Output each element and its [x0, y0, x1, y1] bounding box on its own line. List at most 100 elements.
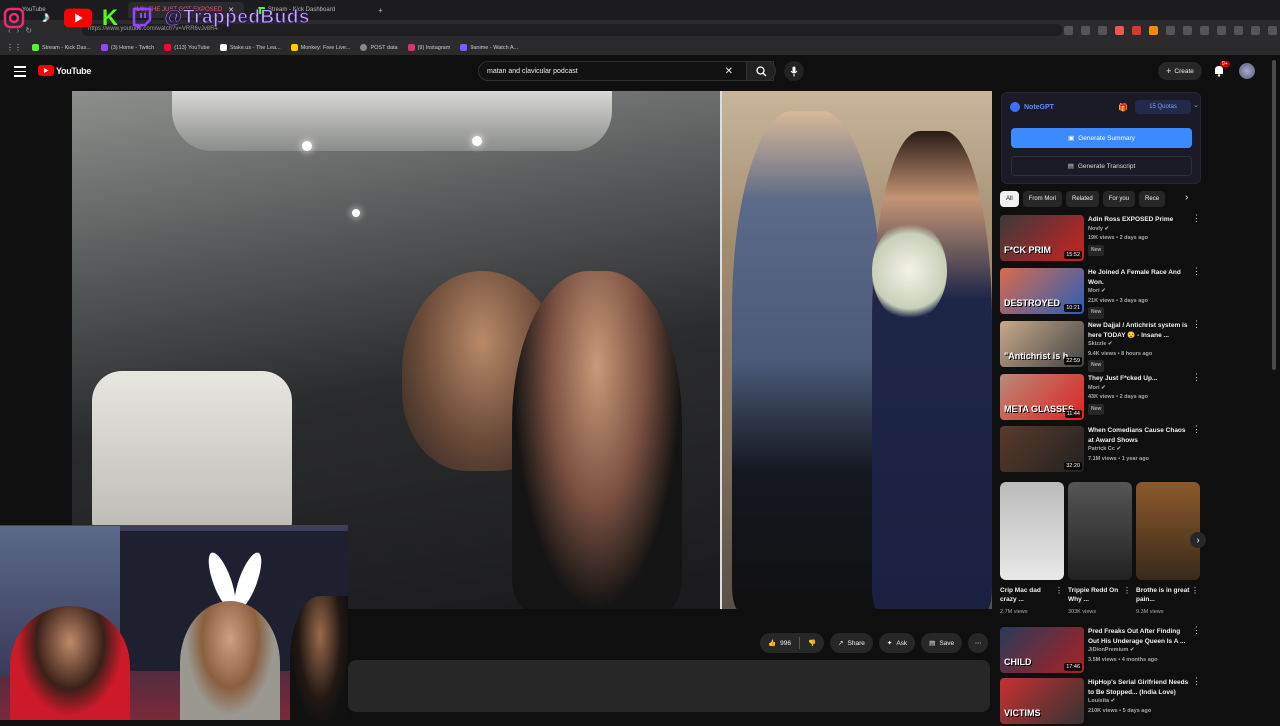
save-button[interactable]: ▤ Save [921, 633, 963, 653]
chip-all[interactable]: All [1000, 191, 1019, 207]
more-vertical-icon[interactable]: ⋮ [1192, 425, 1201, 434]
video-thumbnail[interactable]: DESTROYED 10:21 [1000, 268, 1084, 314]
music-icon[interactable] [1200, 26, 1209, 35]
short-thumbnail[interactable] [1000, 482, 1064, 580]
chips-next-chevron-icon[interactable]: › [1185, 192, 1188, 203]
bookmark-instagram[interactable]: (9) Instagram [407, 44, 450, 51]
video-thumbnail[interactable]: META GLASSES 11:44 [1000, 374, 1084, 420]
channel-name[interactable]: Novly ✔ [1088, 225, 1192, 235]
ask-button[interactable]: ✦ Ask [878, 633, 916, 653]
clear-search-icon[interactable]: ✕ [725, 66, 733, 77]
recommendation-item[interactable]: CHILD 17:46 Pred Freaks Out After Findin… [1000, 626, 1201, 675]
channel-name[interactable]: Mori ✔ [1088, 384, 1192, 394]
like-button[interactable]: 👍 996 👎 [760, 633, 825, 653]
hamburger-menu-icon[interactable] [14, 65, 26, 77]
bookmark-kick[interactable]: Stream - Kick Das... [32, 44, 91, 51]
voice-search-button[interactable] [784, 61, 804, 81]
channel-name[interactable]: JiDionPremium ✔ [1088, 646, 1192, 656]
gift-icon[interactable]: 🎁 [1118, 103, 1128, 112]
youtube-logo[interactable]: YouTube [38, 65, 91, 76]
menu-icon[interactable] [1268, 26, 1277, 35]
more-vertical-icon[interactable]: ⋮ [1192, 373, 1201, 382]
recommendation-item[interactable]: F*CK PRIM 15:52 Adin Ross EXPOSED Prime … [1000, 214, 1201, 263]
new-tab-button[interactable]: + [372, 2, 386, 18]
recommendation-item[interactable]: 32:20 When Comedians Cause Chaos at Awar… [1000, 425, 1201, 474]
puzzle-icon[interactable] [1166, 26, 1175, 35]
shield-icon[interactable] [1251, 26, 1260, 35]
vpn-icon[interactable] [1234, 26, 1243, 35]
share-button[interactable]: ↗ Share [830, 633, 873, 653]
more-vertical-icon[interactable]: ⋮ [1192, 214, 1201, 223]
plus-icon: + [1166, 66, 1172, 76]
microphone-icon [790, 66, 798, 76]
video-thumbnail[interactable]: "Antichrist is h 22:59 [1000, 321, 1084, 367]
rewards-icon[interactable] [1132, 26, 1141, 35]
video-title[interactable]: Pred Freaks Out After Finding Out His Un… [1088, 627, 1192, 646]
shorts-next-chevron-icon[interactable]: › [1190, 532, 1206, 548]
short-thumbnail[interactable] [1068, 482, 1132, 580]
thumbs-down-icon[interactable]: 👎 [808, 639, 816, 647]
video-title[interactable]: When Comedians Cause Chaos at Award Show… [1088, 426, 1192, 445]
short-title[interactable]: Brothe is in great pain... [1136, 586, 1192, 604]
bookmark-9anime[interactable]: 9anime - Watch A... [460, 44, 518, 51]
quotas-button[interactable]: 15 Quotas [1135, 100, 1191, 114]
search-button[interactable] [746, 61, 776, 81]
bookmark-stake[interactable]: Stake.us - The Lea... [219, 44, 281, 51]
sidebar-icon[interactable] [1183, 26, 1192, 35]
video-thumbnail[interactable]: 32:20 [1000, 426, 1084, 472]
recommendation-item[interactable]: DESTROYED 10:21 He Joined A Female Race … [1000, 267, 1201, 319]
person-one [10, 606, 130, 720]
bookmark-post-data[interactable]: POST data [360, 44, 398, 51]
short-thumbnail[interactable] [1136, 482, 1200, 580]
video-thumbnail[interactable]: VICTIMS [1000, 678, 1084, 724]
more-actions-button[interactable]: ⋯ [968, 633, 989, 653]
channel-name[interactable]: Louisita ✔ [1088, 697, 1192, 707]
bookmark-monkey[interactable]: Monkey: Free Live... [290, 44, 350, 51]
video-description[interactable] [348, 660, 990, 712]
lock-icon[interactable] [1081, 26, 1090, 35]
video-title[interactable]: HipHop's Serial Girlfriend Needs to Be S… [1088, 678, 1192, 697]
channel-name[interactable]: Mori ✔ [1088, 287, 1192, 297]
stake-icon [219, 44, 227, 51]
channel-name[interactable]: Patrick Cc ✔ [1088, 445, 1192, 455]
more-vertical-icon[interactable]: ⋮ [1123, 586, 1131, 595]
bookmark-youtube[interactable]: (113) YouTube [164, 44, 210, 51]
recommendation-item[interactable]: META GLASSES 11:44 They Just F*cked Up..… [1000, 373, 1201, 422]
chip-for-you[interactable]: For you [1102, 191, 1136, 207]
brave-shield-icon[interactable] [1115, 26, 1124, 35]
chip-from-mori[interactable]: From Mori [1022, 191, 1063, 207]
apps-icon[interactable]: ⋮⋮ [6, 43, 22, 52]
generate-summary-button[interactable]: ▣ Generate Summary [1011, 128, 1192, 148]
chip-recent[interactable]: Rece [1139, 191, 1166, 207]
recommendation-item[interactable]: VICTIMS HipHop's Serial Girlfriend Needs… [1000, 677, 1201, 726]
cast-icon[interactable] [1064, 26, 1073, 35]
notifications-button[interactable]: 9+ [1213, 61, 1230, 82]
recommendation-item[interactable]: "Antichrist is h 22:59 New Dajjal / Anti… [1000, 320, 1201, 372]
create-button[interactable]: + Create [1158, 62, 1202, 80]
video-thumbnail[interactable]: CHILD 17:46 [1000, 627, 1084, 673]
video-title[interactable]: He Joined A Female Race And Won. [1088, 268, 1192, 287]
video-title[interactable]: New Dajjal / Antichrist system is here T… [1088, 321, 1192, 340]
page-scrollbar[interactable] [1272, 60, 1276, 370]
short-title[interactable]: Trippie Redd On Why ... [1068, 586, 1124, 604]
more-vertical-icon[interactable]: ⋮ [1192, 320, 1201, 329]
video-thumbnail[interactable]: F*CK PRIM 15:52 [1000, 215, 1084, 261]
video-title[interactable]: Adin Ross EXPOSED Prime [1088, 215, 1192, 225]
avatar[interactable] [1239, 63, 1255, 79]
generate-transcript-button[interactable]: ▤ Generate Transcript [1011, 156, 1192, 176]
more-vertical-icon[interactable]: ⋮ [1191, 586, 1199, 595]
wallet-icon[interactable] [1217, 26, 1226, 35]
chip-related[interactable]: Related [1066, 191, 1099, 207]
bookmark-twitch[interactable]: (3) Home - Twitch [100, 44, 154, 51]
short-title[interactable]: Crip Mac dad crazy ... [1000, 586, 1056, 604]
more-vertical-icon[interactable]: ⋮ [1055, 586, 1063, 595]
download-icon[interactable] [1098, 26, 1107, 35]
more-vertical-icon[interactable]: ⋮ [1192, 267, 1201, 276]
channel-name[interactable]: Skizzle ✔ [1088, 340, 1192, 350]
extension-icon[interactable] [1149, 26, 1158, 35]
more-vertical-icon[interactable]: ⋮ [1192, 626, 1201, 635]
search-input[interactable]: matan and clavicular podcast ✕ [478, 61, 774, 81]
collapse-chevron-icon[interactable]: ⌄ [1193, 101, 1199, 109]
video-title[interactable]: They Just F*cked Up... [1088, 374, 1192, 384]
more-vertical-icon[interactable]: ⋮ [1192, 677, 1201, 686]
